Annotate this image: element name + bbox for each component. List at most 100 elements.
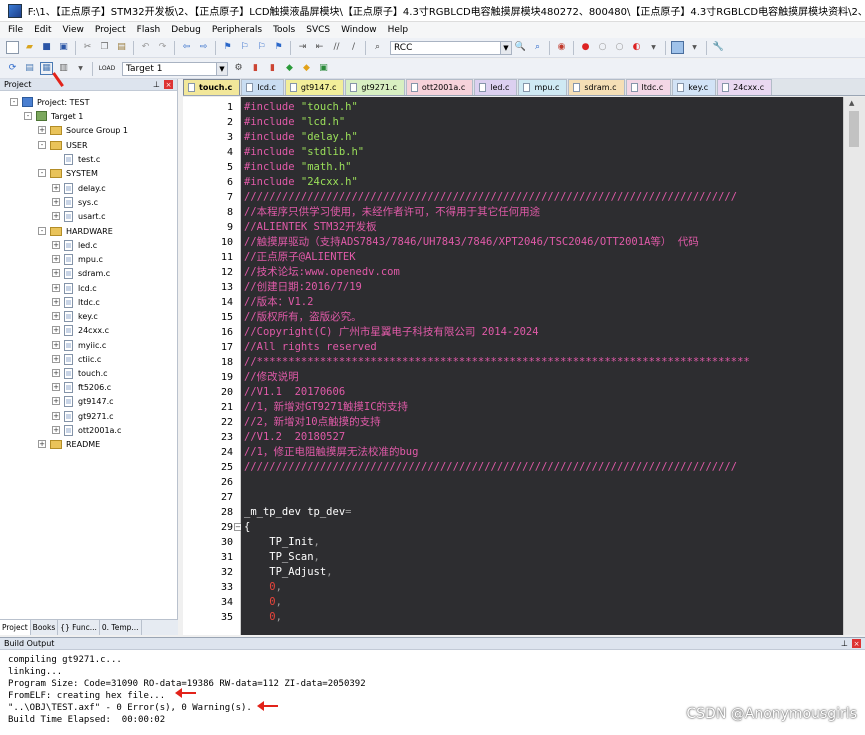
comment-icon[interactable]: // [330, 41, 343, 54]
menu-edit[interactable]: Edit [34, 25, 51, 35]
expand-icon[interactable]: + [52, 284, 60, 292]
code-line[interactable]: #include "touch.h" [244, 100, 358, 115]
code-line[interactable]: //All rights reserved [244, 340, 377, 355]
find-icon[interactable]: 🔍 [514, 41, 527, 54]
find-in-files-icon[interactable]: ⌕ [371, 41, 384, 54]
editor-tab[interactable]: sdram.c [568, 79, 625, 95]
breakpoint-disable-icon[interactable]: ○ [596, 41, 609, 54]
compile-icon[interactable]: ⟳ [6, 62, 19, 75]
bookmark-icon[interactable]: ⚑ [221, 41, 234, 54]
copy-icon[interactable]: ❐ [98, 41, 111, 54]
tree-node[interactable]: + gt9147.c [52, 394, 114, 408]
close-icon[interactable]: × [164, 80, 173, 89]
select-pack-icon[interactable]: ◆ [283, 62, 296, 75]
code-line[interactable]: //创建日期:2016/7/19 [244, 280, 362, 295]
tree-node[interactable]: - USER [38, 138, 88, 152]
tree-node[interactable]: + sdram.c [52, 266, 110, 280]
redo-icon[interactable]: ↷ [156, 41, 169, 54]
unindent-icon[interactable]: ⇤ [313, 41, 326, 54]
build-icon[interactable]: ▤ [23, 62, 36, 75]
undo-icon[interactable]: ↶ [139, 41, 152, 54]
code-view[interactable]: 1 2 3 4 5 6 7 8 9 10 11 12 13 14 15 16 17 18 19 20 21 22 23 24 2… [183, 97, 843, 635]
code-line[interactable]: #include "lcd.h" [244, 115, 345, 130]
expand-icon[interactable]: + [52, 426, 60, 434]
tree-node[interactable]: + touch.c [52, 366, 108, 380]
tree-node[interactable]: - SYSTEM [38, 166, 98, 180]
scroll-thumb[interactable] [849, 111, 859, 147]
tree-node[interactable]: + ott2001a.c [52, 423, 121, 437]
code-line[interactable]: TP_Adjust, [244, 565, 332, 580]
code-line[interactable]: #include "24cxx.h" [244, 175, 358, 190]
nav-forward-icon[interactable]: ⇨ [197, 41, 210, 54]
cut-icon[interactable]: ✂ [81, 41, 94, 54]
editor-tab[interactable]: key.c [672, 79, 717, 95]
indent-icon[interactable]: ⇥ [296, 41, 309, 54]
file-extensions-icon[interactable]: ▮ [249, 62, 262, 75]
editor-tab[interactable]: touch.c [183, 79, 241, 95]
editor-tab[interactable]: 24cxx.c [717, 79, 773, 95]
menu-debug[interactable]: Debug [171, 25, 201, 35]
tree-node[interactable]: - Project: TEST [10, 95, 90, 109]
expand-icon[interactable]: + [52, 397, 60, 405]
chevron-down-icon[interactable]: ▼ [500, 41, 511, 54]
nav-back-icon[interactable]: ⇦ [180, 41, 193, 54]
collapse-icon[interactable]: - [38, 141, 46, 149]
menu-help[interactable]: Help [388, 25, 409, 35]
batch-build-icon[interactable]: ▥ [57, 62, 70, 75]
breakpoint-clear-icon[interactable]: ○ [613, 41, 626, 54]
event-recorder-icon[interactable]: ▣ [317, 62, 330, 75]
tree-node[interactable]: + Source Group 1 [38, 123, 128, 137]
open-folder-icon[interactable]: ▰ [23, 41, 36, 54]
expand-icon[interactable]: + [52, 198, 60, 206]
expand-icon[interactable]: + [38, 440, 46, 448]
code-line[interactable]: //Copyright(C) 广州市星翼电子科技有限公司 2014-2024 [244, 325, 539, 340]
chevron-down-icon[interactable]: ▼ [688, 41, 701, 54]
tree-node[interactable]: + lcd.c [52, 281, 97, 295]
tree-node[interactable]: + mpu.c [52, 252, 103, 266]
expand-icon[interactable]: + [52, 341, 60, 349]
editor-tab[interactable]: mpu.c [518, 79, 568, 95]
vertical-scrollbar[interactable]: ▲ [843, 97, 865, 635]
expand-icon[interactable]: + [38, 126, 46, 134]
menu-flash[interactable]: Flash [137, 25, 161, 35]
menu-window[interactable]: Window [341, 25, 377, 35]
expand-icon[interactable]: + [52, 355, 60, 363]
expand-icon[interactable]: + [52, 312, 60, 320]
editor-tab[interactable]: gt9147.c [284, 79, 345, 95]
expand-icon[interactable]: + [52, 269, 60, 277]
expand-icon[interactable]: + [52, 241, 60, 249]
expand-icon[interactable]: + [52, 212, 60, 220]
find-combo[interactable]: RCC ▼ [390, 40, 512, 55]
tree-node[interactable]: +24cxx.c [52, 323, 109, 337]
expand-icon[interactable]: + [52, 326, 60, 334]
incremental-find-icon[interactable]: ⌕ [531, 41, 544, 54]
code-line[interactable]: //V1.1 20170606 [244, 385, 345, 400]
code-line[interactable]: //ALIENTEK STM32开发板 [244, 220, 377, 235]
expand-icon[interactable]: + [52, 255, 60, 263]
tree-node[interactable]: test.c [52, 152, 100, 166]
editor-tab[interactable]: ltdc.c [625, 79, 672, 95]
breakpoint-icon[interactable]: ● [579, 41, 592, 54]
code-line[interactable]: //触摸屏驱动（支持ADS7843/7846/UH7843/7846/XPT20… [244, 235, 699, 250]
collapse-icon[interactable]: - [38, 169, 46, 177]
uncomment-icon[interactable]: / [347, 41, 360, 54]
pack-installer-icon[interactable]: ◆ [300, 62, 313, 75]
collapse-icon[interactable]: - [10, 98, 18, 106]
tree-node[interactable]: + README [38, 437, 100, 451]
tab-templates[interactable]: 0. Temp... [100, 620, 142, 635]
tab-project[interactable]: Project [0, 620, 31, 635]
bookmark-prev-icon[interactable]: ⚐ [238, 41, 251, 54]
paste-icon[interactable]: ▤ [115, 41, 128, 54]
code-line[interactable]: //**************************************… [244, 355, 750, 370]
menu-view[interactable]: View [63, 25, 84, 35]
window-layout-icon[interactable] [671, 41, 684, 54]
menu-peripherals[interactable]: Peripherals [212, 25, 262, 35]
tree-node[interactable]: + usart.c [52, 209, 106, 223]
expand-icon[interactable]: + [52, 298, 60, 306]
tree-node[interactable]: + ctiic.c [52, 352, 101, 366]
debug-session-icon[interactable]: ◉ [555, 41, 568, 54]
expand-icon[interactable]: + [52, 412, 60, 420]
breakpoint-kill-icon[interactable]: ◐ [630, 41, 643, 54]
menu-project[interactable]: Project [95, 25, 126, 35]
target-options-icon[interactable]: ⚙ [232, 62, 245, 75]
